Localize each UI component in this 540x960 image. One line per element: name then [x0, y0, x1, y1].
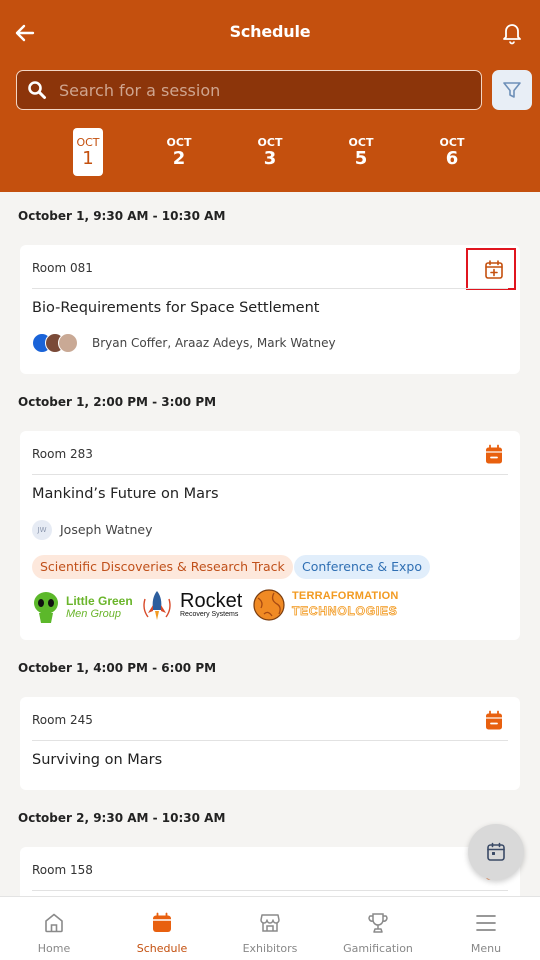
nav-label: Home: [37, 942, 71, 955]
session-title: Surviving on Mars: [32, 752, 163, 768]
date-day: 3: [263, 148, 277, 169]
bell-icon: [503, 24, 521, 45]
alien-icon: [34, 592, 58, 623]
date-tab-oct-3[interactable]: OCT 3: [255, 128, 285, 176]
nav-label: Menu: [470, 942, 502, 955]
search-icon: [28, 81, 46, 99]
trophy-icon: [368, 913, 388, 933]
speaker-avatars: [32, 333, 88, 355]
planet-icon: [253, 589, 285, 621]
nav-schedule[interactable]: Schedule: [108, 897, 216, 960]
nav-label: Gamification: [343, 942, 413, 955]
sponsor-logo-subtext: Recovery Systems: [180, 611, 239, 618]
calendar-added-icon: [486, 444, 502, 464]
sponsor-terraformation[interactable]: TERRAFORMATION TECHNOLOGIES: [252, 588, 412, 624]
divider: [32, 890, 508, 891]
speaker-avatar: JW: [32, 520, 52, 540]
sponsor-rocket-recovery[interactable]: Rocket Recovery Systems: [140, 589, 256, 623]
date-selector: OCT 1 OCT 2 OCT 3 OCT 5 OCT 6: [0, 128, 540, 178]
remove-from-calendar-button[interactable]: [482, 443, 506, 467]
store-icon: [260, 914, 280, 932]
sponsor-logo-text: TERRAFORMATION: [292, 590, 399, 602]
date-tab-oct-2[interactable]: OCT 2: [164, 128, 194, 176]
session-title: Mankind’s Future on Mars: [32, 486, 219, 502]
filter-icon: [503, 82, 521, 98]
date-tab-oct-5[interactable]: OCT 5: [346, 128, 376, 176]
search-input[interactable]: [59, 77, 469, 103]
calendar-icon: [487, 842, 505, 861]
nav-exhibitors[interactable]: Exhibitors: [216, 897, 324, 960]
my-schedule-fab[interactable]: [468, 824, 524, 880]
nav-home[interactable]: Home: [0, 897, 108, 960]
room-label: Room 245: [32, 713, 93, 727]
top-bar: Schedule: [0, 0, 540, 64]
calendar-added-icon: [486, 710, 502, 730]
sponsor-logo-subtext: TECHNOLOGIES: [292, 604, 398, 619]
date-day: 2: [172, 148, 186, 169]
room-label: Room 283: [32, 447, 93, 461]
divider: [32, 474, 508, 475]
divider: [32, 288, 508, 289]
date-day: 5: [354, 148, 368, 169]
menu-icon: [476, 915, 496, 931]
remove-from-calendar-button[interactable]: [482, 709, 506, 733]
divider: [32, 740, 508, 741]
header: Schedule OCT 1 OCT 2 OCT 3: [0, 0, 540, 192]
session-card[interactable]: Room 158: [20, 847, 520, 896]
time-slot-heading: October 2, 9:30 AM - 10:30 AM: [18, 811, 226, 825]
bottom-navigation: Home Schedule Exhibitors Gamification Me…: [0, 896, 540, 960]
room-label: Room 081: [32, 261, 93, 275]
nav-gamification[interactable]: Gamification: [324, 897, 432, 960]
nav-label: Schedule: [136, 942, 188, 955]
speaker-names: Bryan Coffer, Araaz Adeys, Mark Watney: [92, 336, 336, 350]
home-icon: [45, 913, 63, 933]
tag-conference-expo[interactable]: Conference & Expo: [294, 555, 431, 579]
highlight-box: [466, 248, 516, 290]
filter-button[interactable]: [492, 70, 532, 110]
calendar-icon: [153, 912, 171, 932]
session-card[interactable]: Room 081 Bio-Requirements for Space Sett…: [20, 245, 520, 374]
rocket-icon: [143, 591, 171, 620]
date-tab-oct-1[interactable]: OCT 1: [73, 128, 103, 176]
session-card[interactable]: Room 283 Mankind’s Future on Mars JW Jos…: [20, 431, 520, 640]
sponsor-logo-text: Little Green Men Group: [66, 594, 133, 620]
nav-label: Exhibitors: [242, 942, 298, 955]
speaker-name: Joseph Watney: [60, 522, 153, 537]
session-title: Bio-Requirements for Space Settlement: [32, 300, 320, 316]
avatar: [58, 333, 78, 353]
date-day: 6: [445, 148, 459, 169]
time-slot-heading: October 1, 2:00 PM - 3:00 PM: [18, 395, 217, 409]
sponsor-logo-text: Rocket: [180, 590, 243, 612]
room-label: Room 158: [32, 863, 93, 877]
date-tab-oct-6[interactable]: OCT 6: [437, 128, 467, 176]
notifications-button[interactable]: [500, 20, 524, 46]
schedule-list[interactable]: October 1, 9:30 AM - 10:30 AM Room 081 B…: [0, 192, 540, 896]
nav-menu[interactable]: Menu: [432, 897, 540, 960]
page-title: Schedule: [229, 22, 311, 41]
sponsor-little-green-men[interactable]: Little Green Men Group: [32, 591, 136, 625]
search-bar: [16, 70, 482, 110]
date-day: 1: [82, 148, 94, 169]
tag-research-track[interactable]: Scientific Discoveries & Research Track: [32, 555, 293, 579]
time-slot-heading: October 1, 4:00 PM - 6:00 PM: [18, 661, 217, 675]
session-card[interactable]: Room 245 Surviving on Mars: [20, 697, 520, 790]
time-slot-heading: October 1, 9:30 AM - 10:30 AM: [18, 209, 226, 223]
